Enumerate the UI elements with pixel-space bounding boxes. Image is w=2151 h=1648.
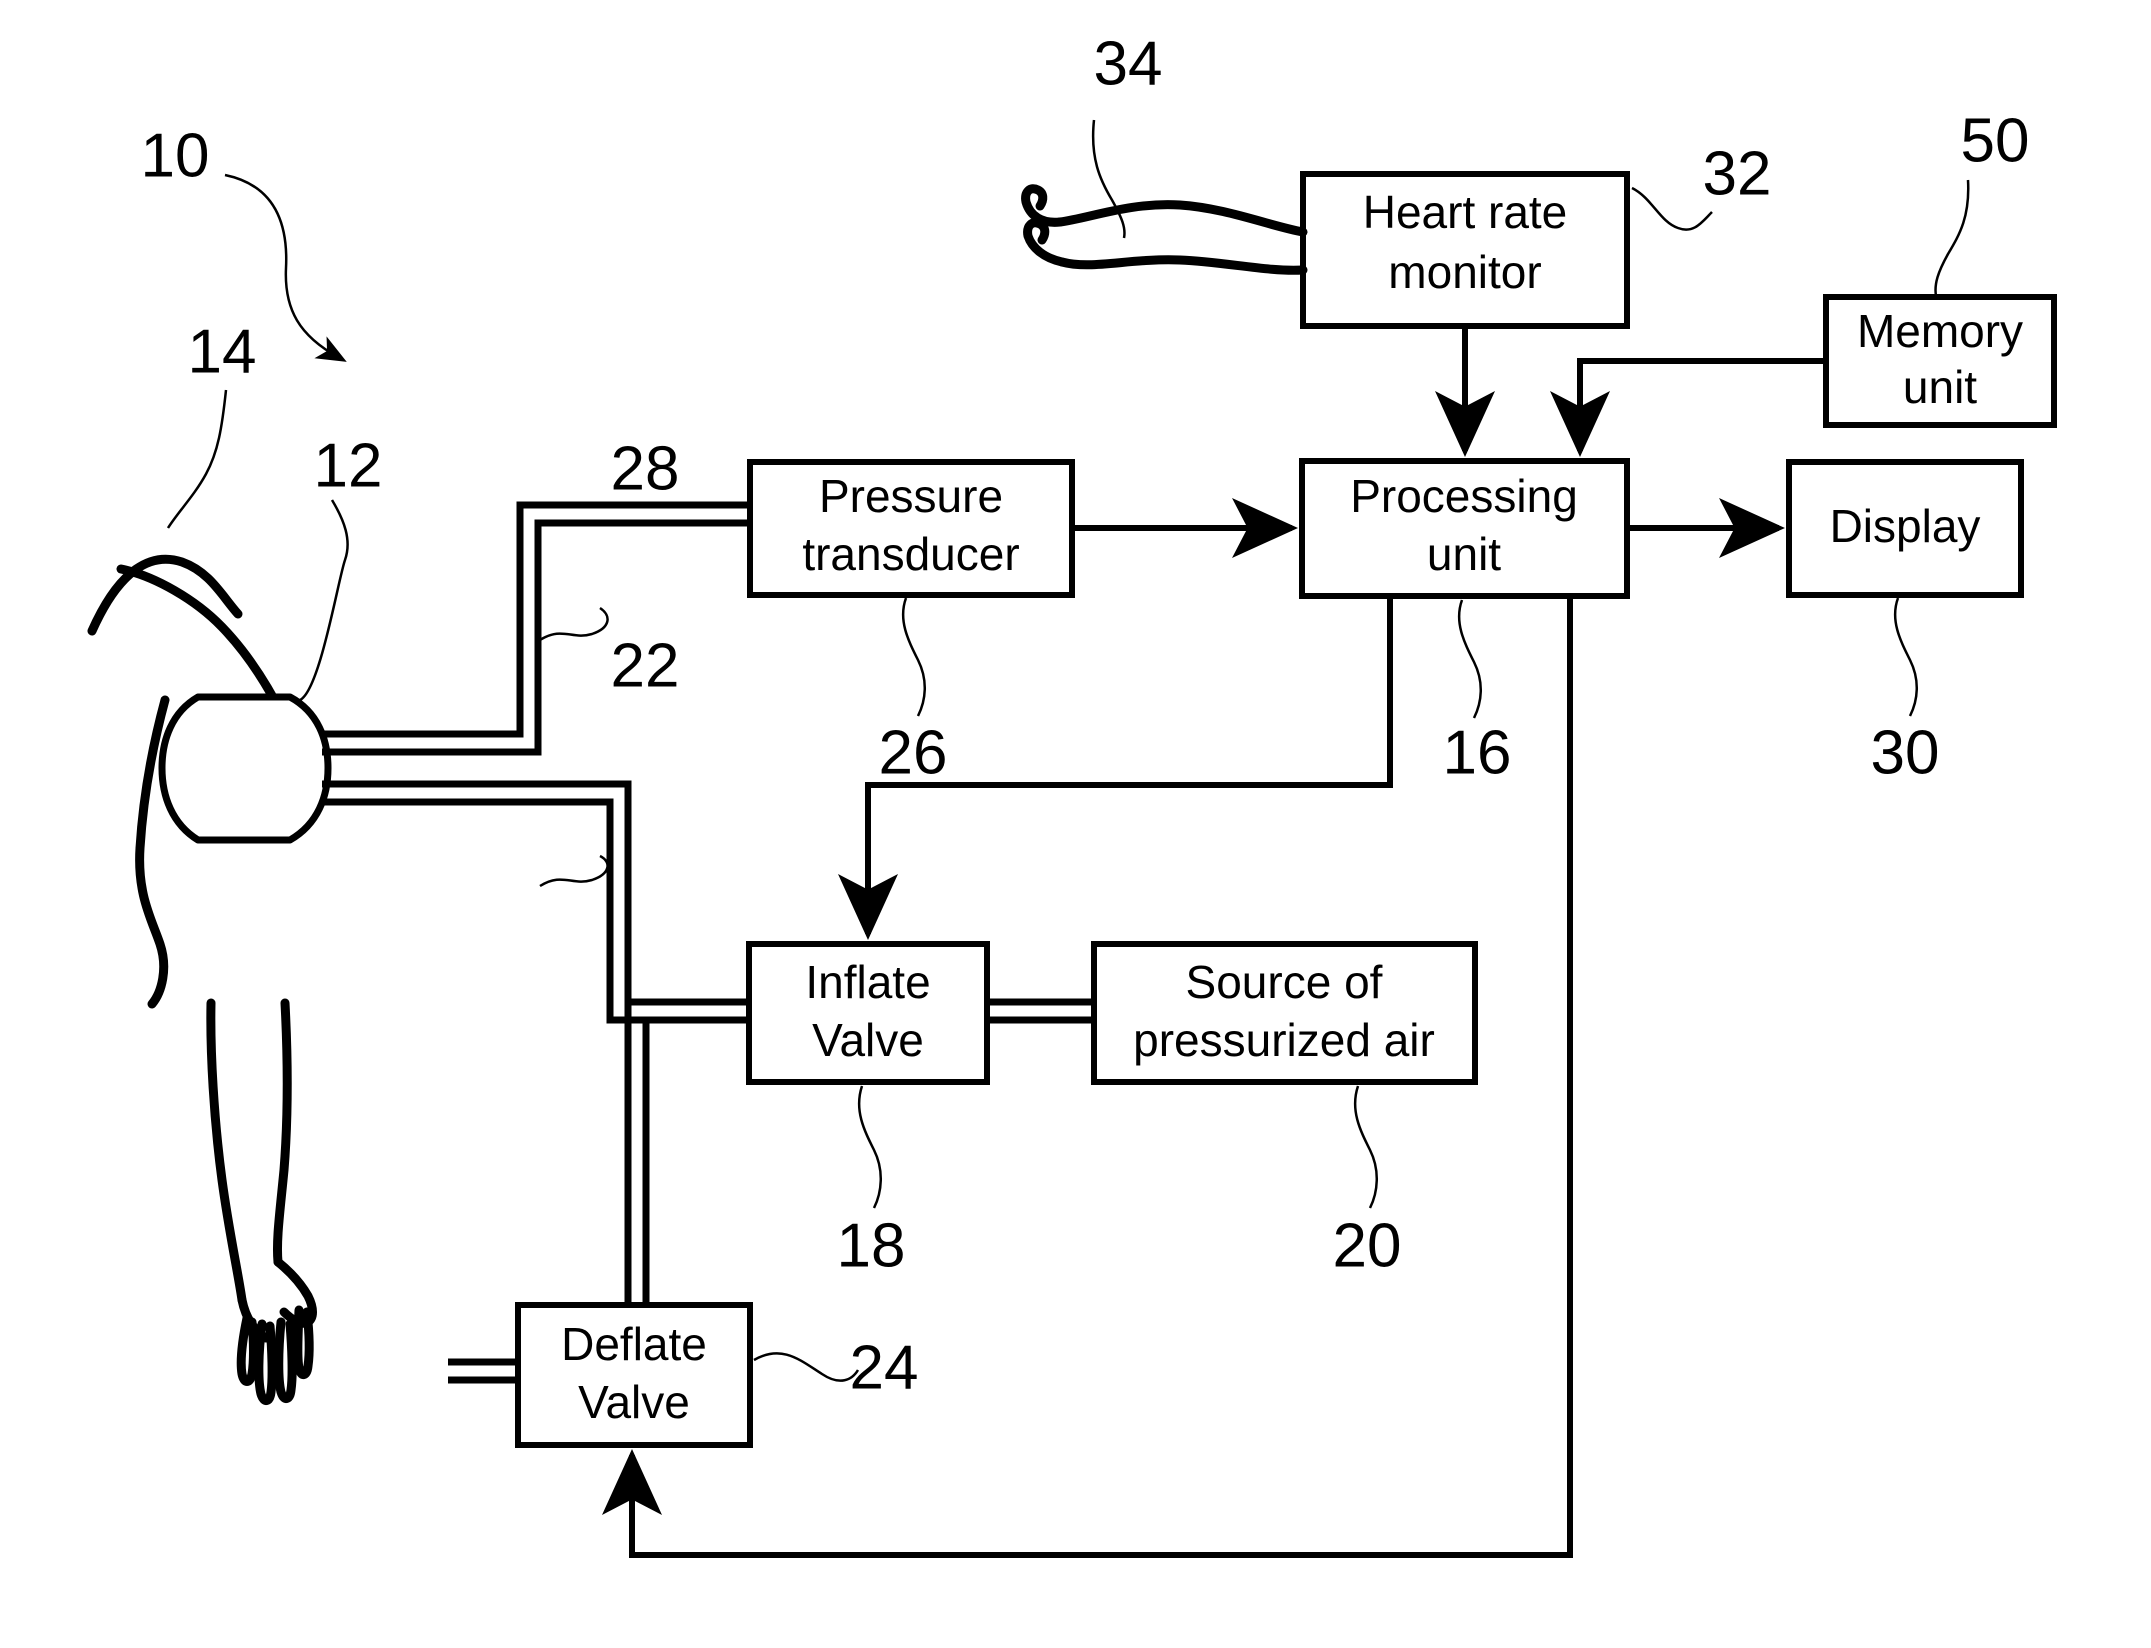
ref-34: 34 [1094, 29, 1163, 98]
heart-rate-monitor-ref-lead [1631, 186, 1713, 231]
memory-unit-label-line1: Memory [1857, 305, 2023, 357]
block-deflate-valve[interactable]: Deflate Valve 24 [448, 1302, 919, 1448]
ref-26: 26 [879, 718, 948, 787]
block-memory-unit[interactable]: Memory unit 50 [1823, 106, 2057, 428]
display-ref-lead [1893, 597, 1918, 717]
ref-12: 12 [314, 431, 383, 500]
inflate-valve-ref-lead [857, 1085, 882, 1209]
ref-32: 32 [1703, 139, 1772, 208]
ref-22: 22 [611, 631, 680, 700]
block-source-of-pressurized-air[interactable]: Source of pressurized air 20 [1091, 941, 1478, 1280]
ref-24: 24 [850, 1333, 919, 1402]
pressure-transducer-label-line1: Pressure [819, 470, 1003, 522]
pressure-transducer-label-line2: transducer [802, 528, 1019, 580]
deflate-valve-label-line1: Deflate [561, 1318, 707, 1370]
ref-18: 18 [837, 1211, 906, 1280]
processing-unit-label-line2: unit [1427, 528, 1501, 580]
inflate-valve-label-line2: Valve [812, 1014, 924, 1066]
block-pressure-transducer[interactable]: Pressure transducer 26 [747, 459, 1075, 787]
ref-14: 14 [188, 317, 257, 386]
ref-16: 16 [1443, 718, 1512, 787]
block-display[interactable]: Display 30 [1786, 459, 2024, 787]
heart-rate-monitor-electrode-leads: 34 [1021, 29, 1308, 275]
ref-28: 28 [611, 434, 680, 503]
deflate-valve-ref-lead [753, 1352, 860, 1382]
patent-figure: 10 14 12 28 22 Pressure transducer 26 He… [0, 0, 2151, 1648]
block-inflate-valve[interactable]: Inflate Valve 18 [746, 941, 990, 1280]
deflate-valve-label-line2: Valve [578, 1376, 690, 1428]
ref-30: 30 [1871, 718, 1940, 787]
diagram-canvas: 10 14 12 28 22 Pressure transducer 26 He… [87, 29, 2057, 1558]
signal-memory-to-processing [1550, 358, 1826, 457]
heart-rate-monitor-label-line1: Heart rate [1363, 186, 1568, 238]
pressure-transducer-ref-lead [901, 597, 926, 717]
air-source-label-line1: Source of [1186, 956, 1383, 1008]
patient-arm-illustration: 14 [87, 317, 317, 1405]
ref-50: 50 [1961, 106, 2030, 175]
air-source-ref-lead [1353, 1085, 1378, 1209]
tube-inflate-to-air-source [987, 998, 1094, 1024]
processing-unit-ref-lead [1457, 599, 1482, 719]
ref-20: 20 [1333, 1211, 1402, 1280]
ref-10: 10 [141, 121, 210, 190]
memory-unit-label-line2: unit [1903, 361, 1977, 413]
inflate-valve-label-line1: Inflate [805, 956, 930, 1008]
block-processing-unit[interactable]: Processing unit 16 [1299, 458, 1630, 787]
heart-rate-leads-ref-lead [1091, 119, 1126, 239]
block-heart-rate-monitor[interactable]: Heart rate monitor 32 [1300, 139, 1772, 329]
memory-unit-ref-lead [1934, 179, 1970, 297]
heart-rate-monitor-label-line2: monitor [1388, 246, 1541, 298]
air-source-label-line2: pressurized air [1133, 1014, 1435, 1066]
display-label: Display [1830, 500, 1981, 552]
tube-to-pressure-transducer: 28 [322, 434, 750, 756]
processing-unit-label-line1: Processing [1350, 470, 1578, 522]
